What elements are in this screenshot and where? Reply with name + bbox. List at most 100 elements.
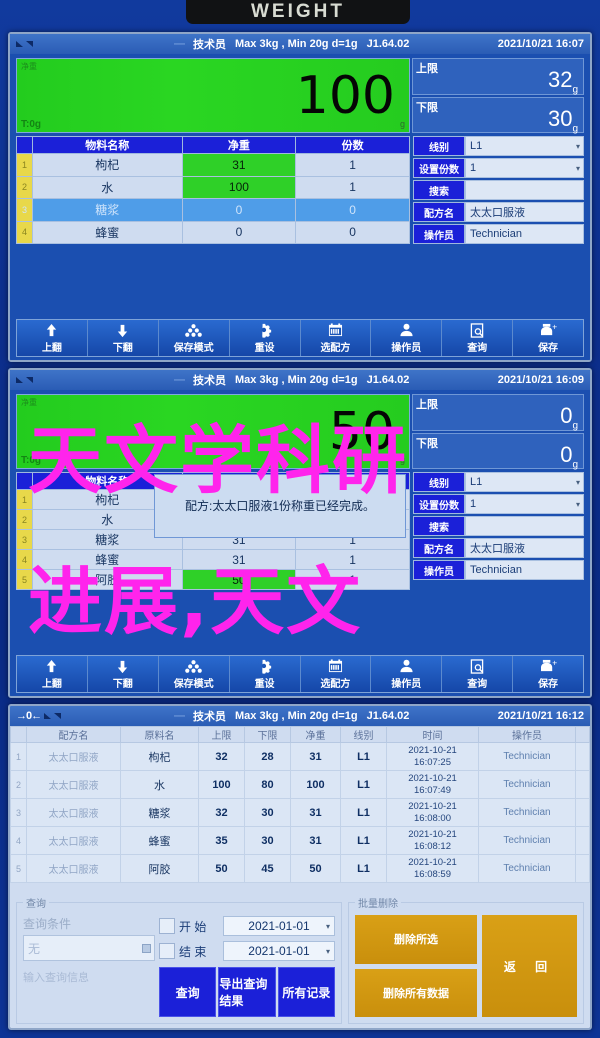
toolbar-button-reset-1[interactable]: 重设 xyxy=(229,320,301,356)
query-group-label: 查询 xyxy=(23,895,49,910)
start-date-checkbox[interactable] xyxy=(159,918,175,934)
field-search-1[interactable]: 搜索 xyxy=(413,180,584,200)
toolbar-button-page-down-1[interactable]: 下翻 xyxy=(87,320,159,356)
table-row[interactable]: 2 水 100 1 xyxy=(16,175,410,199)
end-date-select[interactable]: 2021-01-01 ▾ xyxy=(223,941,335,961)
start-date-select[interactable]: 2021-01-01 ▾ xyxy=(223,916,335,936)
end-date-checkbox[interactable] xyxy=(159,943,175,959)
toolbar-label: 下翻 xyxy=(112,679,133,690)
toolbar-button-save-mode-1[interactable]: 保存模式 xyxy=(158,320,230,356)
toolbar-button-reset-2[interactable]: 重设 xyxy=(229,656,301,692)
field-search-input-2[interactable] xyxy=(465,516,584,536)
table-row[interactable]: 4 蜂蜜 0 0 xyxy=(16,220,410,244)
field-operator-1[interactable]: 操作员 Technician xyxy=(413,224,584,244)
row-operator: Technician xyxy=(478,826,576,855)
toolbar-button-operator-2[interactable]: 操作员 xyxy=(371,656,443,692)
lower-limit-unit-2: g xyxy=(572,459,578,470)
signal-icons-3: →0← xyxy=(16,710,166,722)
table-row[interactable]: 2 太太口服液 水 100 80 100 L1 2021-10-21 16:07:… xyxy=(10,770,590,799)
toolbar-button-query-2[interactable]: 查询 xyxy=(442,656,514,692)
start-date-row: 开 始 2021-01-01 ▾ xyxy=(159,915,335,937)
records-lower-header[interactable]: 下限 xyxy=(244,726,291,743)
return-button[interactable]: 返 回 xyxy=(482,915,577,1017)
records-line-header[interactable]: 线别 xyxy=(340,726,387,743)
table-row[interactable]: 4 蜂蜜 31 1 xyxy=(16,549,410,570)
save-plus-icon: + xyxy=(539,658,557,674)
field-portions-2[interactable]: 设置份数 1 ▾ xyxy=(413,494,584,514)
records-time-header[interactable]: 时间 xyxy=(386,726,479,743)
records-net-header[interactable]: 净重 xyxy=(290,726,341,743)
records-formula-header[interactable]: 配方名 xyxy=(26,726,121,743)
status-bar-3: →0← — 技术员 Max 3kg , Min 20g d=1g J1.64.0… xyxy=(10,706,590,726)
toolbar-label: 下翻 xyxy=(112,343,133,354)
field-formula-2[interactable]: 配方名 太太口服液 xyxy=(413,538,584,558)
records-operator-header[interactable]: 操作员 xyxy=(478,726,576,743)
field-line-value-2[interactable]: L1 ▾ xyxy=(465,472,584,492)
calendar-icon xyxy=(328,322,343,338)
lower-limit-1: 下限 30g xyxy=(412,96,584,134)
row-timestamp: 2021-10-21 16:08:59 xyxy=(386,854,479,883)
save-plus-icon: + xyxy=(539,322,557,338)
delete-all-button[interactable]: 删除所有数据 xyxy=(355,968,477,1017)
row-index: 3 xyxy=(16,529,33,550)
field-line-1[interactable]: 线别 L1 ▾ xyxy=(413,136,584,156)
weight-unit-1: g xyxy=(399,119,405,129)
start-date-value: 2021-01-01 xyxy=(248,919,310,933)
toolbar-button-save-1[interactable]: + 保存 xyxy=(513,320,583,356)
table-row[interactable]: 5 阿胶 50 1 xyxy=(16,569,410,590)
query-condition-select[interactable]: 无 xyxy=(23,935,155,961)
field-portions-value-1[interactable]: 1 ▾ xyxy=(465,158,584,178)
toolbar-button-page-up-2[interactable]: 上翻 xyxy=(17,656,88,692)
side-fields-1: 线别 L1 ▾ 设置份数 1 ▾ 搜索 配方名 太太口服液 操作员 Techni… xyxy=(413,136,584,244)
export-results-button[interactable]: 导出查询结果 xyxy=(218,967,276,1017)
toolbar-button-page-down-2[interactable]: 下翻 xyxy=(87,656,159,692)
field-operator-text-1: Technician xyxy=(470,228,522,240)
status-operator-3: 技术员 xyxy=(193,711,226,723)
toolbar-button-query-1[interactable]: 查询 xyxy=(442,320,514,356)
row-net-value: 31 xyxy=(309,806,322,819)
field-line-2[interactable]: 线别 L1 ▾ xyxy=(413,472,584,492)
row-line-value: L1 xyxy=(357,862,370,875)
row-upper-value: 32 xyxy=(215,806,228,819)
toolbar-label: 保存模式 xyxy=(173,679,214,690)
chevron-down-icon: ▾ xyxy=(575,477,580,487)
row-material-name: 糖浆 xyxy=(31,198,183,222)
field-line-value-1[interactable]: L1 ▾ xyxy=(465,136,584,156)
row-portions: 0 xyxy=(295,220,410,244)
table-row[interactable]: 3 糖浆 0 0 xyxy=(16,198,410,222)
delete-selected-button[interactable]: 删除所选 xyxy=(355,915,477,964)
field-line-label-1: 线别 xyxy=(413,136,465,156)
toolbar-button-page-up-1[interactable]: 上翻 xyxy=(17,320,88,356)
table-row[interactable]: 5 太太口服液 阿胶 50 45 50 L1 2021-10-21 16:08:5… xyxy=(10,854,590,883)
table-row[interactable]: 4 太太口服液 蜂蜜 35 30 31 L1 2021-10-21 16:08:1… xyxy=(10,826,590,855)
field-operator-2[interactable]: 操作员 Technician xyxy=(413,560,584,580)
table-row[interactable]: 1 太太口服液 枸杞 32 28 31 L1 2021-10-21 16:07:2… xyxy=(10,742,590,771)
query-input-placeholder[interactable]: 输入查询信息 xyxy=(23,969,155,985)
field-portions-1[interactable]: 设置份数 1 ▾ xyxy=(413,158,584,178)
bottom-toolbar-2: 上翻 下翻 保存模式 重设 选配方 操作员 查询 + 保存 xyxy=(16,655,584,693)
row-line: L1 xyxy=(340,826,387,855)
field-portions-value-2[interactable]: 1 ▾ xyxy=(465,494,584,514)
field-search-2[interactable]: 搜索 xyxy=(413,516,584,536)
table-row[interactable]: 1 枸杞 31 1 xyxy=(16,153,410,177)
completion-dialog[interactable]: 配方:太太口服液1份称重已经完成。 xyxy=(154,474,406,538)
toolbar-button-save-mode-2[interactable]: 保存模式 xyxy=(158,656,230,692)
row-spacer xyxy=(575,770,590,799)
row-index: 1 xyxy=(16,489,33,510)
all-records-button[interactable]: 所有记录 xyxy=(277,967,335,1017)
row-formula: 太太口服液 xyxy=(26,742,121,771)
tare-value-2: T:0g xyxy=(21,455,41,466)
toolbar-button-operator-1[interactable]: 操作员 xyxy=(371,320,443,356)
field-search-input-1[interactable] xyxy=(465,180,584,200)
row-index: 3 xyxy=(10,798,27,827)
toolbar-label: 上翻 xyxy=(41,343,62,354)
table-row[interactable]: 3 太太口服液 糖浆 32 30 31 L1 2021-10-21 16:08:0… xyxy=(10,798,590,827)
query-button[interactable]: 查询 xyxy=(159,967,217,1017)
toolbar-button-save-2[interactable]: + 保存 xyxy=(513,656,583,692)
records-material-header[interactable]: 原料名 xyxy=(120,726,199,743)
toolbar-label: 操作员 xyxy=(391,679,422,690)
toolbar-button-select-formula-1[interactable]: 选配方 xyxy=(300,320,372,356)
field-formula-1[interactable]: 配方名 太太口服液 xyxy=(413,202,584,222)
records-upper-header[interactable]: 上限 xyxy=(198,726,245,743)
toolbar-button-select-formula-2[interactable]: 选配方 xyxy=(300,656,372,692)
